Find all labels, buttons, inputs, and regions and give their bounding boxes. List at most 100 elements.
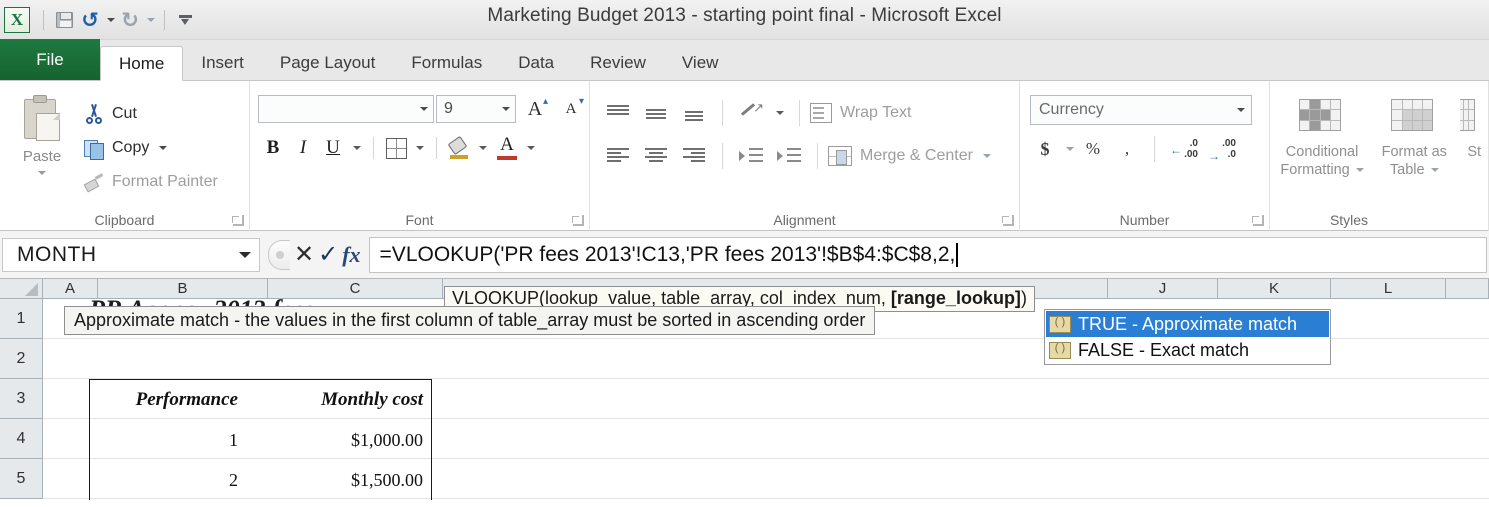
format-as-table-label-line2: Table <box>1389 162 1425 179</box>
chevron-down-icon <box>38 171 46 175</box>
format-painter-button[interactable]: Format Painter <box>84 165 249 199</box>
paste-button[interactable]: Paste <box>0 87 84 231</box>
chevron-down-icon[interactable] <box>239 251 251 258</box>
tab-data[interactable]: Data <box>500 46 572 80</box>
conditional-formatting-button[interactable]: Conditional Formatting <box>1276 87 1368 231</box>
chevron-down-icon[interactable] <box>982 154 991 158</box>
align-bottom-icon <box>683 105 705 121</box>
cancel-button[interactable]: ✕ <box>294 242 314 267</box>
tab-formulas[interactable]: Formulas <box>393 46 500 80</box>
merge-cells-icon <box>828 146 852 166</box>
table-row[interactable]: 1 $1,000.00 <box>90 420 431 460</box>
tab-home[interactable]: Home <box>100 46 184 81</box>
merge-and-center-label: Merge & Center <box>860 147 973 164</box>
ribbon-group-styles: Conditional Formatting Format as Table S… <box>1270 81 1489 231</box>
copy-icon <box>84 138 104 160</box>
formula-bar-expand-handle[interactable] <box>268 239 290 270</box>
chevron-down-icon <box>1355 168 1364 173</box>
formula-text: =VLOOKUP('PR fees 2013'!C13,'PR fees 201… <box>379 242 956 266</box>
conditional-formatting-icon <box>1299 99 1345 139</box>
increase-font-size-button[interactable]: A <box>518 94 552 124</box>
row-header-2[interactable]: 2 <box>0 339 43 379</box>
fill-color-button[interactable] <box>444 133 474 163</box>
formula-input[interactable]: =VLOOKUP('PR fees 2013'!C13,'PR fees 201… <box>368 236 1487 273</box>
cut-button[interactable]: Cut <box>84 97 249 131</box>
italic-button[interactable]: I <box>288 133 318 163</box>
number-format-value: Currency <box>1039 101 1104 118</box>
autocomplete-item-label: TRUE - Approximate match <box>1078 313 1298 334</box>
align-middle-button[interactable] <box>638 97 674 129</box>
alignment-dialog-launcher[interactable] <box>1002 215 1014 226</box>
chevron-down-icon <box>159 146 168 150</box>
formula-bar: MONTH ✕ ✓ fx =VLOOKUP('PR fees 2013'!C13… <box>0 231 1489 279</box>
enter-button[interactable]: ✓ <box>318 242 338 267</box>
column-header-k[interactable]: K <box>1218 279 1331 298</box>
tab-file[interactable]: File <box>0 39 100 80</box>
autocomplete-dropdown[interactable]: TRUE - Approximate match FALSE - Exact m… <box>1044 309 1331 365</box>
format-as-table-label-line1: Format as <box>1381 144 1447 160</box>
font-dialog-launcher[interactable] <box>572 215 584 226</box>
font-color-button[interactable]: A <box>492 133 522 163</box>
underline-button[interactable]: U <box>318 133 348 163</box>
autocomplete-item-true[interactable]: TRUE - Approximate match <box>1046 311 1329 337</box>
row-header-3[interactable]: 3 <box>0 379 43 419</box>
row-header-4[interactable]: 4 <box>0 419 43 459</box>
column-header-j[interactable]: J <box>1108 279 1218 298</box>
borders-dropdown-icon[interactable] <box>416 146 424 150</box>
decrease-font-size-button[interactable]: A <box>554 94 588 124</box>
paste-icon <box>20 95 64 145</box>
divider <box>436 137 437 159</box>
column-header-m[interactable] <box>1446 279 1489 298</box>
wrap-text-button[interactable]: Wrap Text <box>810 95 911 131</box>
percent-style-button[interactable]: % <box>1078 134 1108 164</box>
divider <box>1154 136 1155 162</box>
align-left-button[interactable] <box>600 140 636 172</box>
constant-value-icon <box>1049 341 1071 359</box>
align-top-button[interactable] <box>600 97 636 129</box>
number-format-select[interactable]: Currency <box>1030 95 1252 125</box>
font-size-value: 9 <box>444 100 453 117</box>
cell-styles-button[interactable]: St <box>1460 87 1488 231</box>
orientation-button[interactable] <box>733 97 769 129</box>
select-all-button[interactable] <box>0 279 43 298</box>
autocomplete-item-false[interactable]: FALSE - Exact match <box>1046 337 1329 363</box>
ribbon-group-number: Currency $ % , ← .0.00 .00 → .0 Number <box>1020 81 1270 231</box>
comma-style-button[interactable]: , <box>1112 134 1142 164</box>
accounting-format-button[interactable]: $ <box>1030 134 1060 164</box>
tab-page-layout[interactable]: Page Layout <box>262 46 393 80</box>
align-right-button[interactable] <box>676 140 712 172</box>
tab-view[interactable]: View <box>664 46 737 80</box>
borders-button[interactable] <box>381 133 411 163</box>
font-name-input[interactable] <box>258 95 434 123</box>
orientation-dropdown-icon[interactable] <box>776 111 784 115</box>
row-header-column: 1 2 3 4 5 <box>0 299 43 499</box>
tab-review[interactable]: Review <box>572 46 664 80</box>
font-size-input[interactable]: 9 <box>436 95 516 123</box>
column-header-l[interactable]: L <box>1331 279 1446 298</box>
underline-dropdown-icon[interactable] <box>353 146 361 150</box>
table-row[interactable]: 2 $1,500.00 <box>90 460 431 500</box>
align-center-button[interactable] <box>638 140 674 172</box>
name-box[interactable]: MONTH <box>2 237 260 272</box>
font-color-icon: A <box>496 135 518 160</box>
decrease-decimal-button[interactable]: .00 → .0 <box>1205 134 1239 164</box>
format-as-table-icon <box>1391 99 1437 139</box>
decrease-indent-button[interactable] <box>733 140 769 172</box>
page-title: Marketing Budget 2013 - starting point f… <box>487 5 1002 26</box>
align-bottom-button[interactable] <box>676 97 712 129</box>
divider <box>722 100 723 126</box>
row-header-5[interactable]: 5 <box>0 459 43 499</box>
insert-function-button[interactable]: fx <box>342 243 360 266</box>
clipboard-dialog-launcher[interactable] <box>232 215 244 226</box>
format-as-table-button[interactable]: Format as Table <box>1368 87 1460 231</box>
bold-button[interactable]: B <box>258 133 288 163</box>
tab-insert[interactable]: Insert <box>183 46 262 80</box>
row-header-1[interactable]: 1 <box>0 299 43 339</box>
increase-decimal-button[interactable]: ← .0.00 <box>1167 134 1201 164</box>
merge-and-center-button[interactable]: Merge & Center <box>828 138 991 174</box>
copy-button[interactable]: Copy <box>84 131 249 165</box>
increase-indent-button[interactable] <box>771 140 807 172</box>
chevron-down-icon[interactable] <box>1066 147 1074 151</box>
font-color-dropdown-icon[interactable] <box>527 146 535 150</box>
fill-color-dropdown-icon[interactable] <box>479 146 487 150</box>
